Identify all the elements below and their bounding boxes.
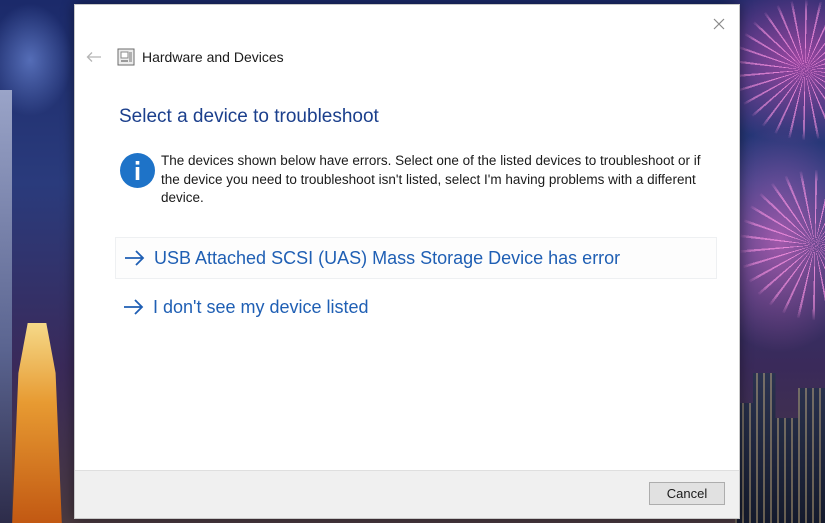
dialog-footer: Cancel [75,470,739,518]
arrow-right-icon [124,299,144,315]
wallpaper-tower [0,90,12,523]
info-icon [120,153,155,188]
window-header-title: Hardware and Devices [142,49,284,65]
cancel-button[interactable]: Cancel [649,482,725,505]
header-bar: Hardware and Devices [75,43,739,71]
page-title: Select a device to troubleshoot [119,106,379,127]
troubleshooter-dialog: Hardware and Devices Select a device to … [74,4,740,519]
option-label: I don't see my device listed [153,296,369,317]
close-icon [713,18,725,30]
back-arrow-icon [86,52,101,62]
hardware-icon [117,48,135,66]
info-message: The devices shown below have errors. Sel… [161,153,701,206]
option-device-not-listed[interactable]: I don't see my device listed [115,287,715,327]
back-button[interactable] [83,46,105,68]
arrow-right-icon [125,250,145,266]
option-usb-device[interactable]: USB Attached SCSI (UAS) Mass Storage Dev… [115,237,717,279]
close-button[interactable] [707,13,731,35]
option-label: USB Attached SCSI (UAS) Mass Storage Dev… [154,247,621,268]
